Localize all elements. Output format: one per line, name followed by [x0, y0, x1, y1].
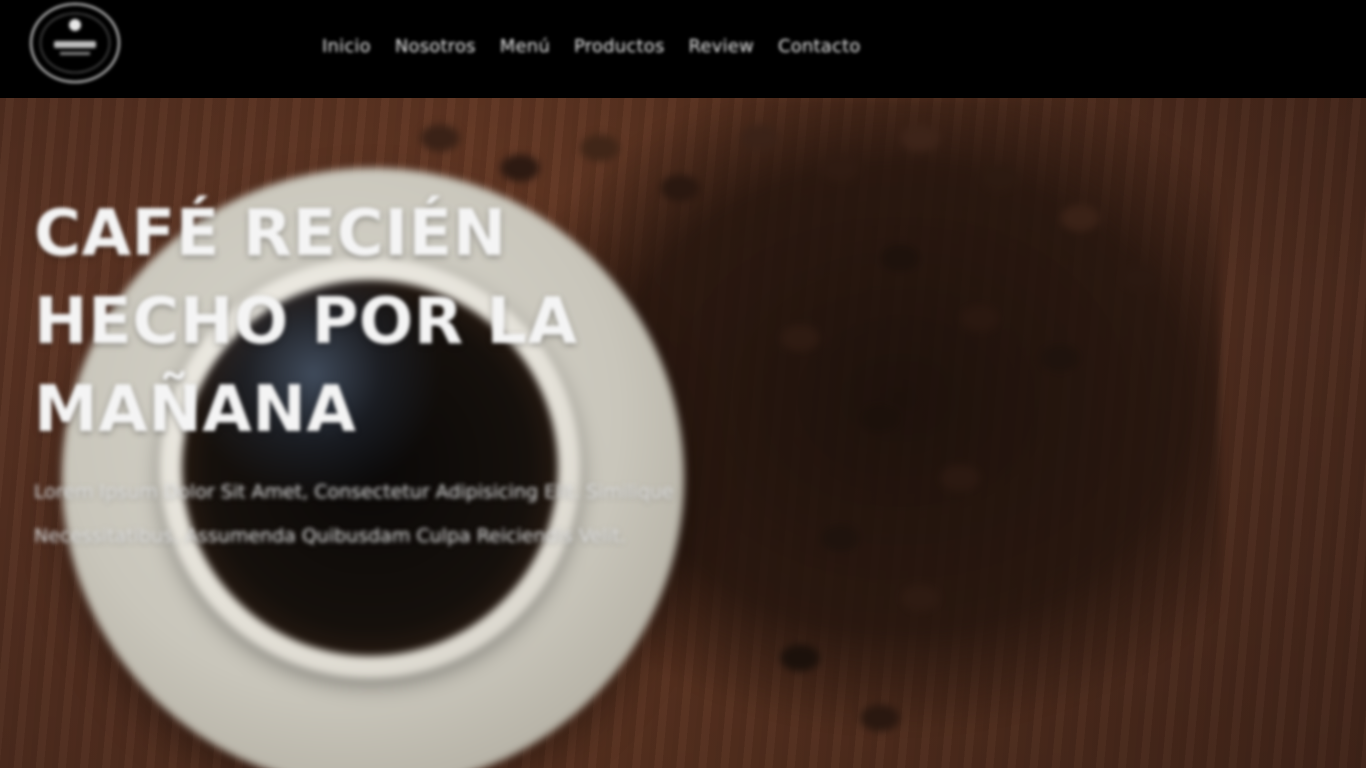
site-header: Inicio Nosotros Menú Productos Review Co…	[0, 0, 1366, 98]
hero-content: CAFÉ RECIÉN HECHO POR LA MAÑANA Lorem Ip…	[34, 190, 754, 558]
coffee-shop-logo-icon[interactable]	[30, 3, 120, 83]
hero-description: Lorem Ipsum Dolor Sit Amet, Consectetur …	[34, 481, 674, 547]
nav-link-contacto[interactable]: Contacto	[778, 36, 861, 57]
nav-link-nosotros[interactable]: Nosotros	[395, 36, 476, 57]
main-nav: Inicio Nosotros Menú Productos Review Co…	[322, 33, 861, 59]
hero-title: CAFÉ RECIÉN HECHO POR LA MAÑANA	[34, 197, 578, 447]
nav-link-review[interactable]: Review	[689, 36, 754, 57]
nav-link-inicio[interactable]: Inicio	[322, 36, 371, 57]
nav-link-menu[interactable]: Menú	[500, 36, 550, 57]
logo-text-bar	[54, 41, 96, 48]
logo-subtext-bar	[60, 52, 90, 55]
nav-link-productos[interactable]: Productos	[574, 36, 665, 57]
page: Inicio Nosotros Menú Productos Review Co…	[0, 0, 1366, 768]
hero-section: CAFÉ RECIÉN HECHO POR LA MAÑANA Lorem Ip…	[0, 98, 1366, 768]
logo-mark	[69, 19, 81, 31]
